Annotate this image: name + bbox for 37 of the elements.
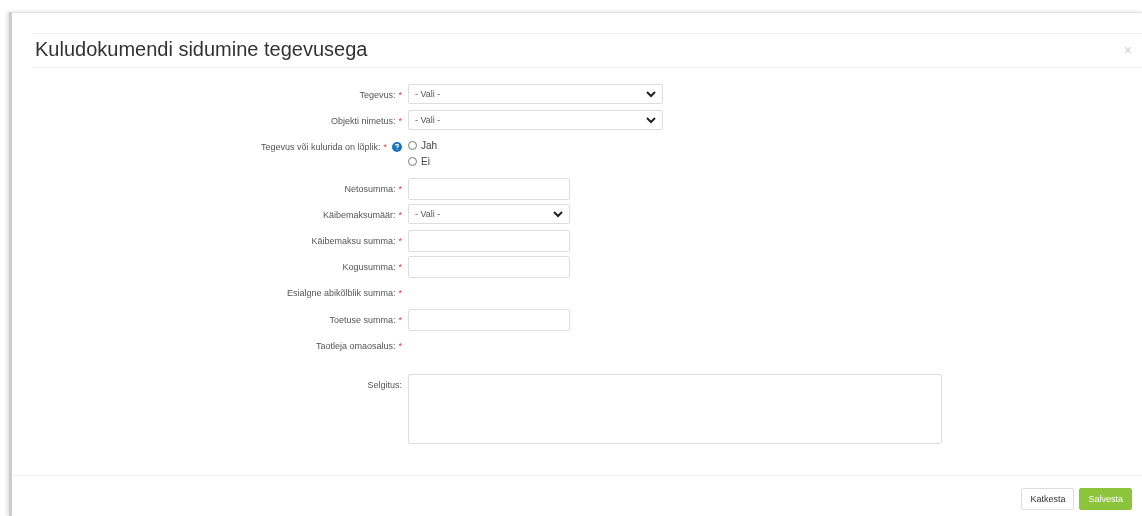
select-field[interactable]: - Vali - bbox=[408, 84, 663, 104]
input-field[interactable] bbox=[408, 178, 570, 200]
field-label: Netosumma: bbox=[344, 184, 396, 194]
select-field[interactable]: - Vali - bbox=[408, 204, 570, 224]
field-label: Objekti nimetus: bbox=[330, 116, 396, 126]
field-label: Tegevus: bbox=[359, 90, 396, 100]
field-label: Toetuse summa: bbox=[329, 315, 396, 325]
required-mark: * bbox=[398, 116, 402, 126]
required-mark: * bbox=[398, 341, 402, 351]
dialog-title: Kuludokumendi sidumine tegevusega bbox=[35, 38, 368, 61]
cancel-button[interactable]: Katkesta bbox=[1021, 488, 1075, 510]
chevron-down-icon bbox=[646, 90, 656, 98]
required-mark: * bbox=[398, 90, 402, 100]
select-field[interactable]: - Vali - bbox=[408, 110, 663, 130]
required-mark: * bbox=[398, 315, 402, 325]
input-field[interactable] bbox=[408, 230, 570, 252]
field-label: Esialgne abikõlblik summa: bbox=[286, 288, 396, 298]
help-icon[interactable] bbox=[392, 142, 402, 152]
text-area[interactable] bbox=[408, 374, 942, 444]
input-field[interactable] bbox=[408, 309, 570, 331]
radio-label: Ei bbox=[421, 156, 430, 167]
field-label: Kogusumma: bbox=[342, 262, 396, 272]
input-field[interactable] bbox=[408, 256, 570, 278]
field-label: Taotleja omaosalus: bbox=[315, 341, 396, 351]
chevron-down-icon bbox=[553, 210, 563, 218]
chevron-down-icon bbox=[646, 116, 656, 124]
required-mark: * bbox=[398, 236, 402, 246]
required-mark: * bbox=[398, 262, 402, 272]
required-mark: * bbox=[398, 184, 402, 194]
field-label: Käibemaksu summa: bbox=[311, 236, 396, 246]
field-label: Tegevus või kulurida on lõplik: bbox=[260, 142, 381, 152]
required-mark: * bbox=[398, 288, 402, 298]
field-label: Käibemaksumäär: bbox=[322, 210, 396, 220]
required-mark: * bbox=[398, 210, 402, 220]
required-mark: * bbox=[383, 142, 387, 152]
radio-label: Jah bbox=[421, 140, 438, 151]
field-label: Selgitus: bbox=[367, 380, 402, 390]
